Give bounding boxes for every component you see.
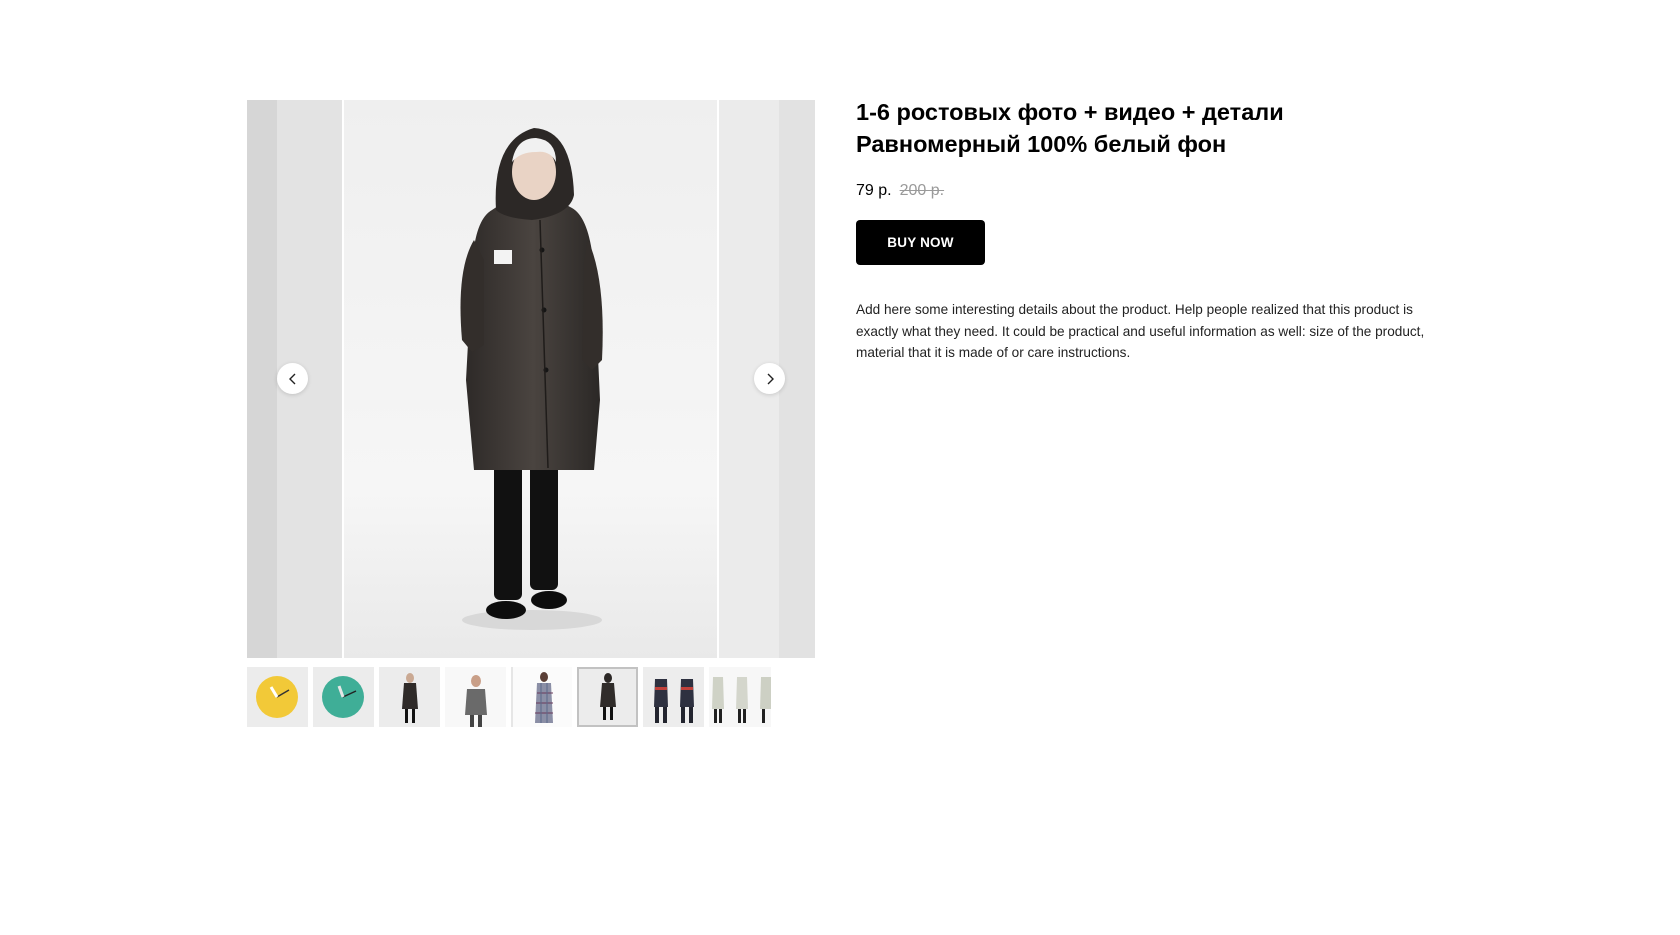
plaid-coat-thumbnail (511, 667, 572, 727)
thumbnail[interactable] (379, 667, 440, 727)
product-title-line1: 1-6 ростовых фото + видео + детали (856, 99, 1284, 125)
image-slider[interactable] (247, 100, 815, 658)
price-row: 79 р. 200 р. (856, 182, 1436, 200)
yellow-clock-thumbnail (256, 676, 298, 718)
product-description: Add here some interesting details about … (856, 302, 1425, 360)
light-coats-thumbnail (709, 667, 771, 727)
thumbnail[interactable] (445, 667, 506, 727)
product-title-line2: Равномерный 100% белый фон (856, 131, 1227, 157)
gray-jacket-thumbnail (445, 667, 506, 727)
thumbnail[interactable] (313, 667, 374, 727)
thumbnail-active[interactable] (577, 667, 638, 727)
hooded-coat-thumbnail (579, 669, 636, 725)
main-product-image (344, 100, 717, 658)
product-info: 1-6 ростовых фото + видео + детали Равно… (856, 96, 1436, 364)
thumbnail[interactable] (511, 667, 572, 727)
buy-now-button[interactable]: BUY NOW (856, 220, 985, 265)
thumbnail[interactable] (247, 667, 308, 727)
thumbnail[interactable] (709, 667, 771, 727)
teal-clock-thumbnail (322, 676, 364, 718)
next-slide-button[interactable] (754, 363, 785, 394)
product-title: 1-6 ростовых фото + видео + детали Равно… (856, 96, 1436, 160)
product-price: 79 р. (856, 182, 892, 199)
chevron-left-icon (288, 373, 295, 384)
thumbnail-strip (247, 667, 772, 727)
product-old-price: 200 р. (899, 182, 945, 199)
product-gallery (247, 100, 815, 727)
previous-slide-button[interactable] (277, 363, 308, 394)
thumbnail[interactable] (643, 667, 704, 727)
chevron-right-icon (767, 373, 774, 384)
workwear-thumbnail (643, 667, 704, 727)
dark-coat-thumbnail (379, 667, 440, 727)
